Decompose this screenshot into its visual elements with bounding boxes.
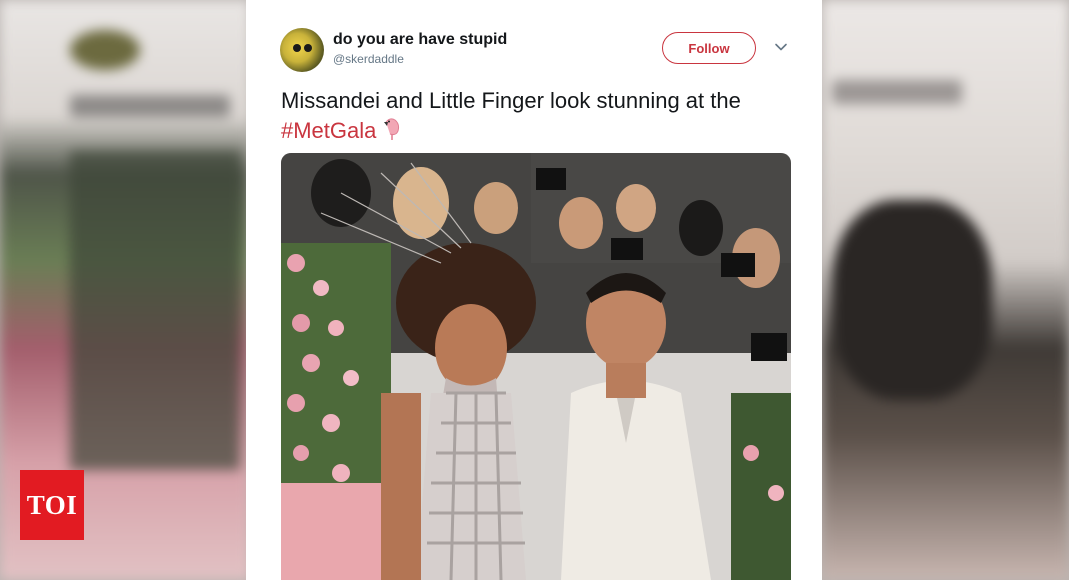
flamingo-icon	[384, 118, 400, 140]
blurred-photo	[832, 200, 992, 400]
tweet-text-body: Missandei and Little Finger look stunnin…	[281, 88, 741, 113]
user-handle[interactable]: @skerdaddle	[333, 52, 404, 66]
avatar[interactable]	[280, 28, 324, 72]
follow-button[interactable]: Follow	[662, 32, 756, 64]
blurred-avatar	[70, 30, 140, 70]
blurred-background-right	[822, 0, 1069, 580]
tweet-card: do you are have stupid @skerdaddle Follo…	[246, 0, 822, 580]
blurred-photo	[70, 150, 240, 470]
tweet-text: Missandei and Little Finger look stunnin…	[281, 86, 801, 146]
chevron-down-icon[interactable]	[774, 40, 788, 54]
toi-logo: TOI	[20, 470, 84, 540]
tweet-photo[interactable]	[281, 153, 791, 580]
avatar-eye	[304, 44, 312, 52]
avatar-eye	[293, 44, 301, 52]
photo-illustration	[281, 153, 791, 580]
blurred-text	[832, 80, 962, 104]
blurred-text	[70, 95, 230, 117]
hashtag-link[interactable]: #MetGala	[281, 118, 376, 143]
display-name[interactable]: do you are have stupid	[333, 31, 507, 49]
